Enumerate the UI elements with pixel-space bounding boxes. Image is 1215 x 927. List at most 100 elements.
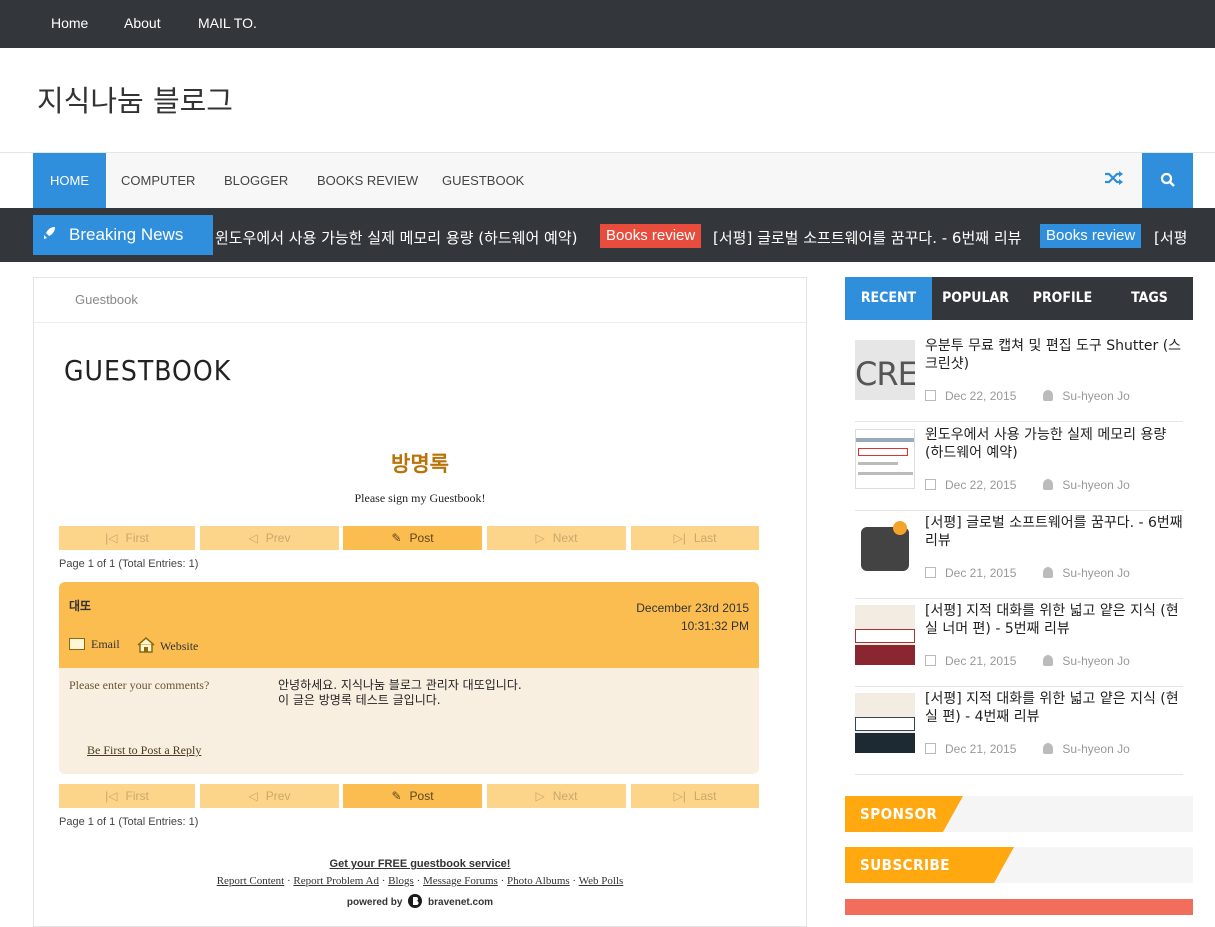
sidebar-tabs: RECENT POPULAR PROFILE TAGS [845, 277, 1193, 320]
free-guestbook-link[interactable]: Get your FREE guestbook service! [34, 858, 806, 870]
nav-item-computer[interactable]: COMPUTER [121, 153, 195, 208]
breadcrumb-current: Guestbook [75, 292, 138, 307]
recent-post-item[interactable]: [서평] 글로벌 소프트웨어를 꿈꾸다. - 6번째 리뷰 Dec 21, 20… [855, 513, 1183, 599]
post-button[interactable]: ✎ Post [343, 784, 482, 808]
pencil-icon: ✎ [391, 789, 402, 803]
message-forums-link[interactable]: Message Forums [423, 875, 498, 887]
recent-post-item[interactable]: CRE 우분투 무료 캡쳐 및 편집 도구 Shutter (스크린샷) Dec… [855, 336, 1183, 422]
user-icon [1043, 567, 1054, 578]
post-author: Su-hyeon Jo [1062, 654, 1130, 668]
web-polls-link[interactable]: Web Polls [579, 875, 624, 887]
promo-text[interactable]: Get your FREE guestbook service! [330, 858, 511, 870]
prev-icon: ◁ [248, 789, 258, 803]
ticker-category-tag[interactable]: Books review [1040, 224, 1142, 248]
calendar-icon [925, 479, 936, 490]
recent-post-item[interactable]: [서평] 지적 대화를 위한 넓고 얕은 지식 (현실 너머 편) - 5번째 … [855, 601, 1183, 687]
post-title[interactable]: [서평] 지적 대화를 위한 넓고 얕은 지식 (현실 너머 편) - 5번째 … [925, 602, 1183, 638]
breaking-news-text: Breaking News [69, 225, 184, 244]
last-button[interactable]: ▷| Last [631, 526, 759, 550]
tab-profile[interactable]: PROFILE [1019, 277, 1106, 320]
topnav-home-link[interactable]: Home [51, 15, 88, 31]
nav-item-guestbook[interactable]: GUESTBOOK [442, 153, 524, 208]
nav-item-books-review[interactable]: BOOKS REVIEW [317, 153, 418, 208]
last-button[interactable]: ▷| Last [631, 784, 759, 808]
prev-button[interactable]: ◁ Prev [200, 784, 339, 808]
photo-albums-link[interactable]: Photo Albums [507, 875, 570, 887]
post-label: Post [409, 531, 434, 545]
entry-website-link[interactable]: Website [137, 637, 198, 654]
entry-email-link[interactable]: Email [69, 637, 120, 652]
post-thumbnail[interactable] [855, 517, 915, 577]
shuffle-icon[interactable] [1101, 167, 1127, 193]
prev-icon: ◁ [248, 531, 258, 545]
recent-post-item[interactable]: 윈도우에서 사용 가능한 실제 메모리 용량 (하드웨어 예약) Dec 22,… [855, 425, 1183, 511]
ticker-item[interactable]: [서평] 글로벌 소프트웨어를 꿈꾸다. - 6번째 리뷰 [713, 227, 1021, 248]
entry-datetime: December 23rd 2015 10:31:32 PM [636, 599, 749, 635]
report-problem-ad-link[interactable]: Report Problem Ad [293, 875, 379, 887]
thumbnail-text: CRE [855, 355, 915, 393]
page-title: GUESTBOOK [64, 354, 232, 387]
post-title[interactable]: [서평] 지적 대화를 위한 넓고 얕은 지식 (현실 편) - 4번째 리뷰 [925, 690, 1183, 726]
breaking-news-ticker: Breaking News 윈도우에서 사용 가능한 실제 메모리 용량 (하드… [0, 208, 1215, 262]
last-page-icon: ▷| [673, 531, 686, 545]
next-label: Next [552, 789, 578, 803]
next-button[interactable]: ▷ Next [487, 526, 626, 550]
post-label: Post [409, 789, 434, 803]
guestbook-subtitle: Please sign my Guestbook! [354, 491, 486, 505]
first-page-icon: |◁ [105, 789, 118, 803]
nav-item-blogger[interactable]: BLOGGER [224, 153, 288, 208]
post-thumbnail[interactable] [855, 605, 915, 665]
tab-popular[interactable]: POPULAR [932, 277, 1019, 320]
post-thumbnail[interactable]: CRE [855, 340, 915, 400]
ticker-item[interactable]: 윈도우에서 사용 가능한 실제 메모리 용량 (하드웨어 예약) [215, 227, 577, 248]
post-title[interactable]: 윈도우에서 사용 가능한 실제 메모리 용량 (하드웨어 예약) [925, 426, 1183, 462]
tab-tags[interactable]: TAGS [1106, 277, 1193, 320]
first-label: First [125, 531, 149, 545]
first-button[interactable]: |◁ First [59, 784, 195, 808]
ticker-item[interactable]: [서평 [1154, 227, 1187, 248]
user-icon [1043, 479, 1054, 490]
top-bar: Home About MAIL TO. [0, 0, 1215, 48]
entry-time: 10:31:32 PM [680, 619, 749, 633]
report-content-link[interactable]: Report Content [217, 875, 285, 887]
reply-link[interactable]: Be First to Post a Reply [87, 743, 201, 758]
post-date: Dec 22, 2015 [945, 478, 1017, 492]
post-date: Dec 21, 2015 [945, 566, 1017, 580]
post-title[interactable]: [서평] 글로벌 소프트웨어를 꿈꾸다. - 6번째 리뷰 [925, 514, 1183, 550]
topnav-mailto-link[interactable]: MAIL TO. [198, 15, 257, 31]
blogs-link[interactable]: Blogs [388, 875, 414, 887]
site-title[interactable]: 지식나눔 블로그 [37, 78, 233, 120]
post-author: Su-hyeon Jo [1062, 742, 1130, 756]
post-date: Dec 21, 2015 [945, 742, 1017, 756]
post-title[interactable]: 우분투 무료 캡쳐 및 편집 도구 Shutter (스크린샷) [925, 337, 1183, 373]
nav-item-home[interactable]: HOME [33, 153, 106, 208]
user-icon [1043, 655, 1054, 666]
ticker-category-tag[interactable]: Books review [600, 224, 702, 248]
thumbnail-image [856, 438, 914, 442]
last-label: Last [693, 531, 717, 545]
next-button[interactable]: ▷ Next [487, 784, 626, 808]
post-meta: Dec 22, 2015 Su-hyeon Jo [925, 389, 1130, 403]
next-icon: ▷ [535, 531, 545, 545]
user-icon [1043, 390, 1054, 401]
post-thumbnail[interactable] [855, 429, 915, 489]
recent-post-item[interactable]: [서평] 지적 대화를 위한 넓고 얕은 지식 (현실 편) - 4번째 리뷰 … [855, 689, 1183, 775]
search-button[interactable] [1142, 153, 1193, 208]
breaking-news-label: Breaking News [33, 215, 213, 255]
powered-by[interactable]: powered by bravenet.com [34, 893, 806, 909]
tab-recent[interactable]: RECENT [845, 277, 932, 320]
topnav-about-link[interactable]: About [124, 15, 161, 31]
widget-title-decoration [994, 847, 1014, 883]
post-thumbnail[interactable] [855, 693, 915, 753]
widget-title: SPONSOR [845, 796, 943, 832]
post-meta: Dec 21, 2015 Su-hyeon Jo [925, 742, 1130, 756]
breadcrumb: Guestbook [34, 278, 806, 323]
thumbnail-image [858, 448, 908, 456]
post-button[interactable]: ✎ Post [343, 526, 482, 550]
post-author: Su-hyeon Jo [1062, 478, 1130, 492]
footer-links: Report Content · Report Problem Ad · Blo… [216, 875, 624, 887]
search-icon [1160, 172, 1175, 187]
thumbnail-image [855, 629, 915, 643]
prev-button[interactable]: ◁ Prev [200, 526, 339, 550]
first-button[interactable]: |◁ First [59, 526, 195, 550]
